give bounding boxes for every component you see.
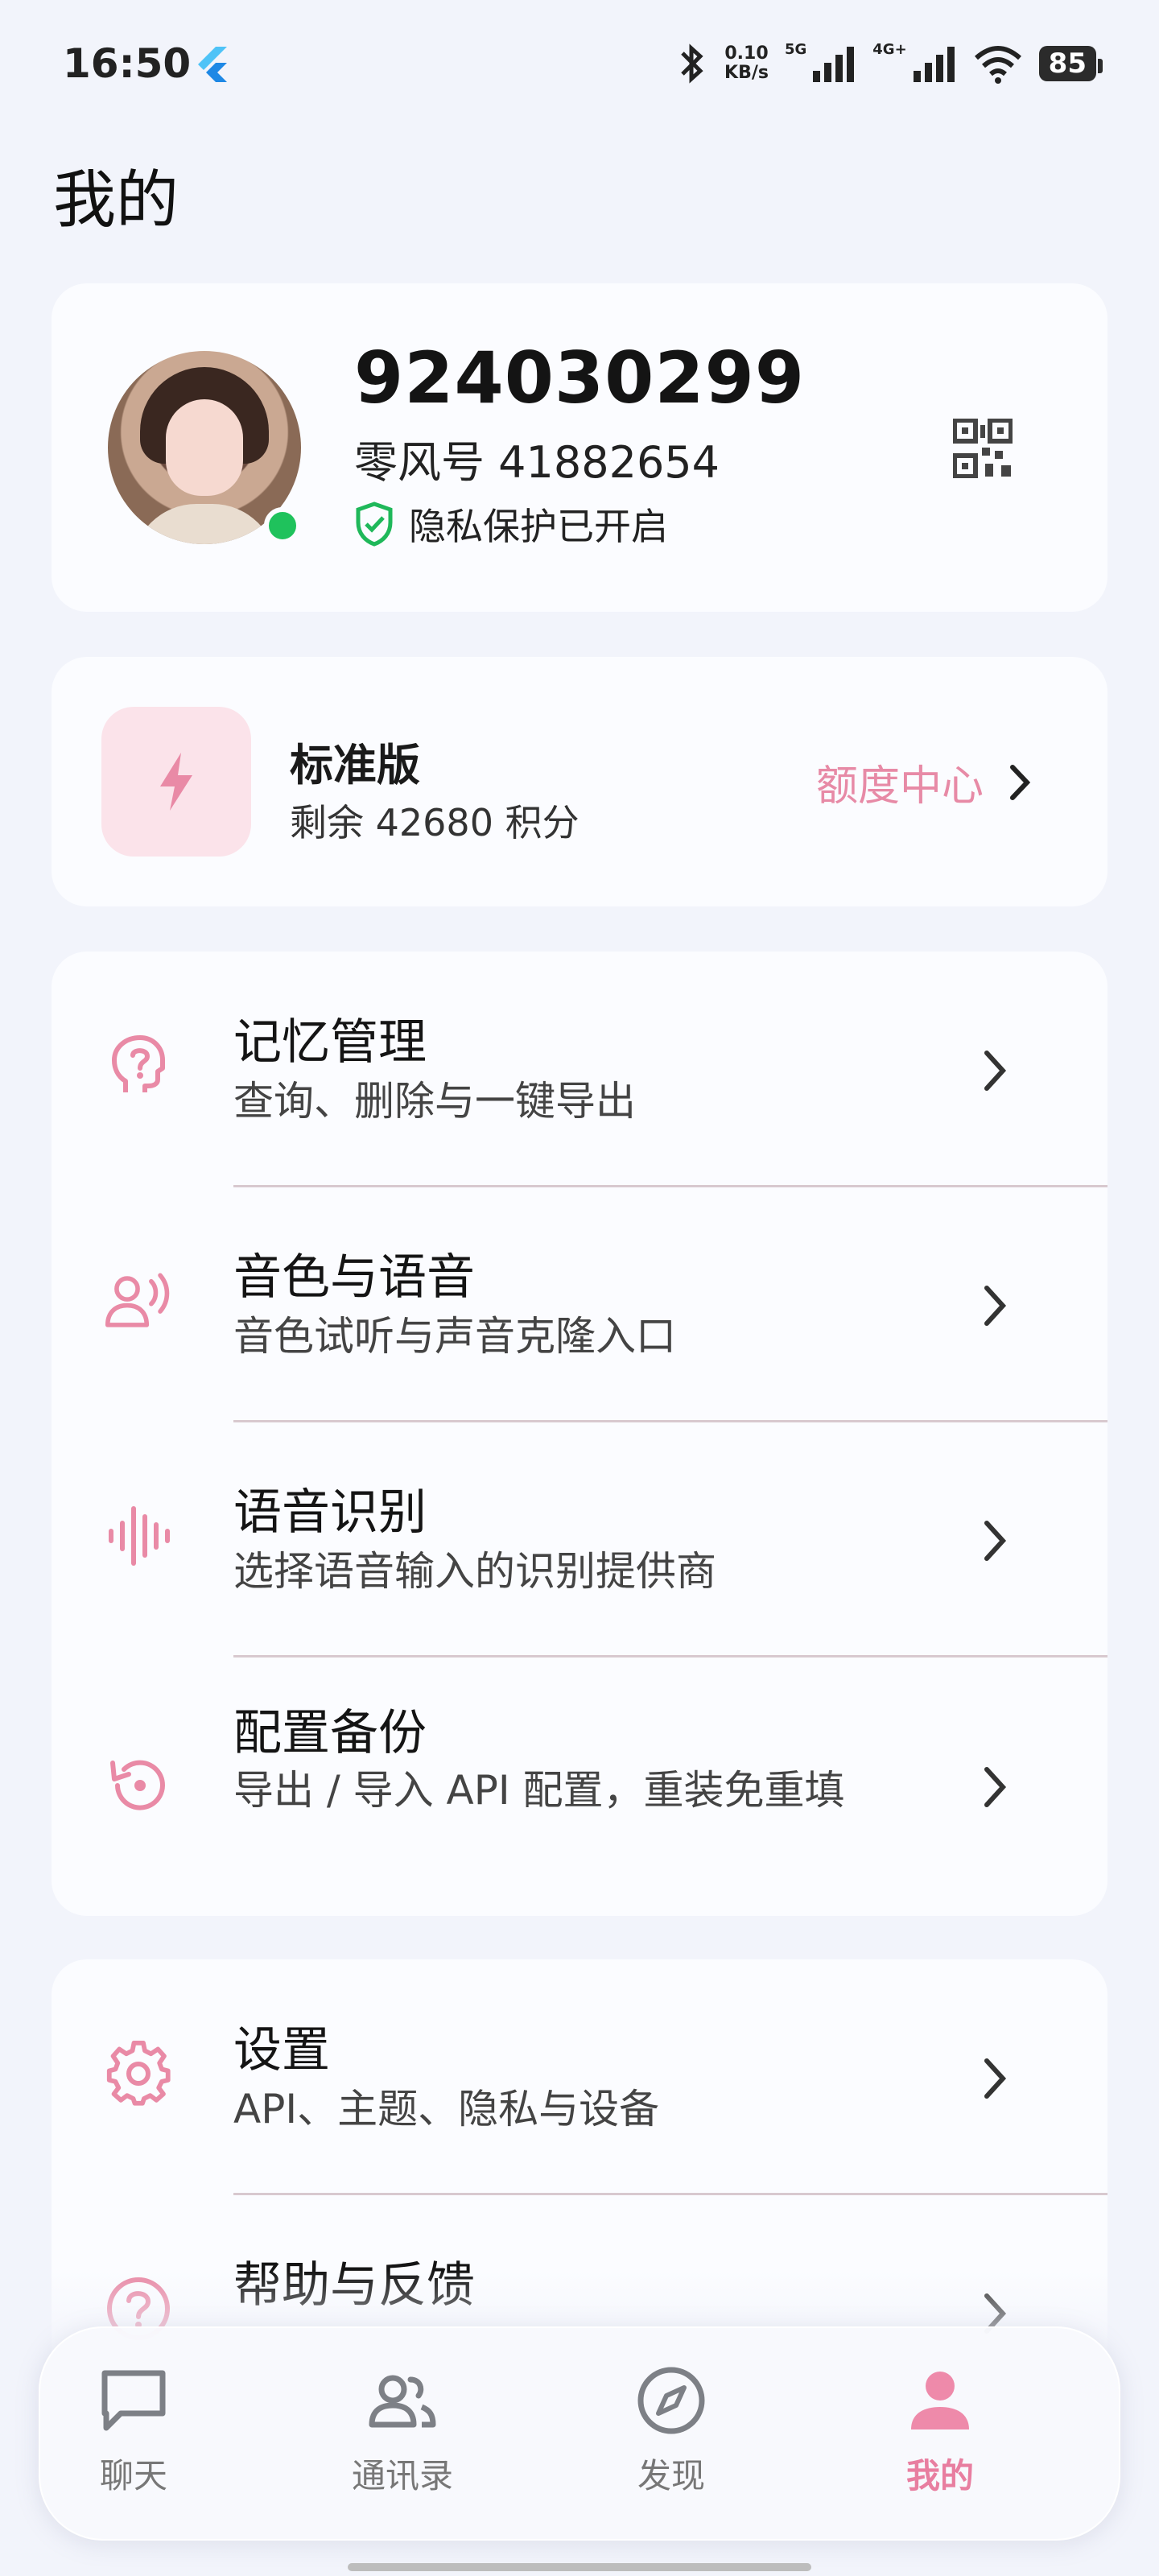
username: 924030299 — [354, 336, 806, 419]
menu-item-subtitle: 导出 / 导入 API 配置，重装免重填 — [233, 1767, 845, 1814]
chevron-right-icon — [984, 1286, 1007, 1326]
bottom-nav: 聊天 通讯录 发现 我的 — [39, 2326, 1120, 2541]
page-title: 我的 — [53, 164, 179, 237]
nav-tab-label: 我的 — [905, 2456, 974, 2496]
contacts-icon — [369, 2375, 436, 2428]
network-speed-value: 0.10 — [724, 43, 769, 64]
chevron-right-icon — [1010, 764, 1031, 800]
privacy-status-label: 隐私保护已开启 — [409, 505, 668, 548]
menu-item-title: 记忆管理 — [233, 1014, 427, 1071]
quota-center-link[interactable]: 额度中心 — [816, 752, 1032, 812]
plan-name: 标准版 — [290, 740, 420, 791]
status-time: 16:50 — [63, 40, 192, 87]
menu-item-voice[interactable]: 音色与语音 音色试听与声音克隆入口 — [52, 1187, 1107, 1420]
menu-item-title: 设置 — [233, 2022, 330, 2079]
home-indicator — [348, 2563, 811, 2571]
chevron-right-icon — [984, 1521, 1007, 1561]
voice-person-icon — [105, 1273, 170, 1327]
menu-item-subtitle: 音色试听与声音克隆入口 — [233, 1313, 676, 1360]
online-status-dot — [264, 507, 301, 544]
compass-icon — [637, 2367, 705, 2434]
nav-tab-me[interactable]: 我的 — [852, 2363, 1029, 2498]
sim1-network-type: 5G — [784, 40, 807, 58]
menu-item-settings[interactable]: 设置 API、主题、隐私与设备 — [52, 1959, 1107, 2193]
menu-item-memory[interactable]: 记忆管理 查询、删除与一键导出 — [52, 952, 1107, 1185]
privacy-status: 隐私保护已开启 — [354, 497, 668, 551]
menu-item-config-backup[interactable]: 配置备份 导出 / 导入 API 配置，重装免重填 — [52, 1657, 1107, 1916]
flutter-icon — [198, 47, 227, 82]
lingfeng-id: 零风号 41882654 — [354, 437, 720, 488]
backup-restore-icon — [110, 1760, 165, 1810]
qr-code-icon[interactable] — [953, 419, 1013, 478]
menu-item-title: 音色与语音 — [233, 1249, 475, 1306]
nav-tab-label: 发现 — [637, 2456, 705, 2496]
lightning-icon — [160, 753, 192, 811]
nav-tab-chat[interactable]: 聊天 — [45, 2363, 222, 2498]
menu-group-1: 记忆管理 查询、删除与一键导出 音色与语音 音色试听与声音克隆入口 语音识别 选… — [52, 952, 1107, 1916]
chat-icon — [101, 2370, 166, 2431]
shield-check-icon — [356, 502, 393, 547]
nav-tab-label: 通讯录 — [351, 2456, 453, 2496]
plan-badge — [101, 707, 251, 857]
gear-icon — [106, 2040, 171, 2106]
network-speed-unit: KB/s — [724, 63, 769, 83]
signal-icon — [813, 47, 855, 82]
quota-center-label: 额度中心 — [815, 762, 984, 811]
person-icon — [911, 2372, 969, 2429]
brain-question-icon — [112, 1035, 165, 1092]
menu-item-title: 配置备份 — [233, 1705, 427, 1761]
chevron-right-icon — [984, 1767, 1007, 1807]
signal-icon-2 — [913, 47, 955, 82]
sim2-network-type: 4G+ — [872, 40, 907, 58]
menu-item-speech-recognition[interactable]: 语音识别 选择语音输入的识别提供商 — [52, 1422, 1107, 1655]
battery-indicator: 85 — [1038, 46, 1103, 81]
network-speed: 0.10 KB/s — [724, 44, 769, 83]
plan-card[interactable]: 标准版 剩余 42680 积分 额度中心 — [52, 657, 1107, 906]
menu-item-title: 语音识别 — [233, 1484, 427, 1541]
nav-tab-discover[interactable]: 发现 — [583, 2363, 760, 2498]
nav-tab-contacts[interactable]: 通讯录 — [314, 2363, 491, 2498]
plan-points: 剩余 42680 积分 — [290, 801, 580, 844]
chevron-right-icon — [984, 1051, 1007, 1091]
menu-item-subtitle: API、主题、隐私与设备 — [233, 2086, 660, 2132]
menu-item-subtitle: 选择语音输入的识别提供商 — [233, 1548, 716, 1595]
bluetooth-icon — [681, 43, 703, 84]
wifi-icon — [974, 46, 1021, 84]
waveform-icon — [109, 1506, 170, 1566]
menu-item-subtitle: 查询、删除与一键导出 — [233, 1078, 636, 1125]
chevron-right-icon — [984, 2058, 1007, 2099]
profile-card[interactable]: 924030299 零风号 41882654 隐私保护已开启 — [52, 283, 1107, 612]
nav-tab-label: 聊天 — [99, 2456, 167, 2496]
status-bar: 16:50 0.10 KB/s 5G 4G+ 85 — [0, 0, 1159, 129]
